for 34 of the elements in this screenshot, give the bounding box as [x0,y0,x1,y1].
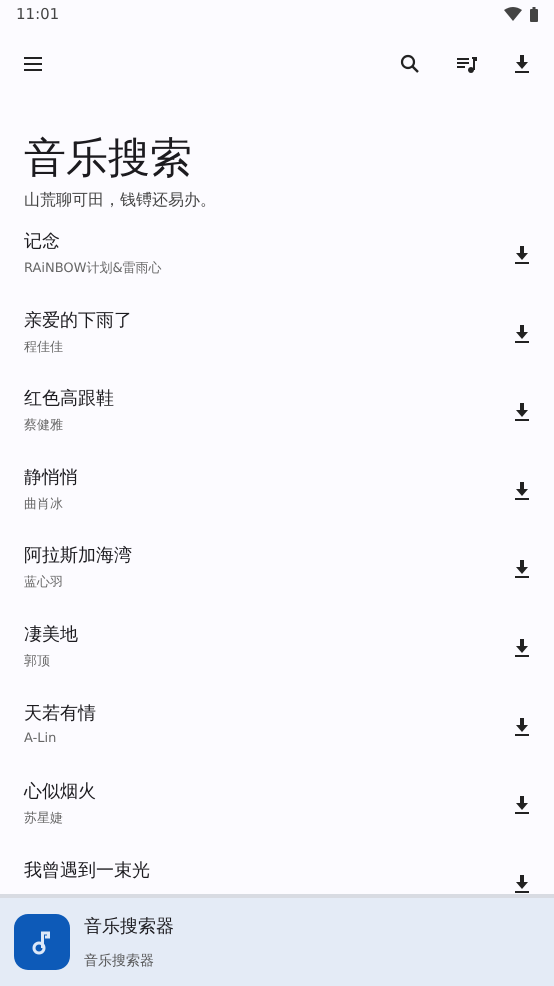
song-artist: 苏星婕 [24,810,64,828]
song-item[interactable]: 阿拉斯加海湾 蓝心羽 [0,529,554,608]
song-artist: 蔡健雅 [24,417,64,434]
song-artist: 程佳佳 [24,338,64,356]
song-title: 红色高跟鞋 [24,387,115,410]
song-item[interactable]: 记念 RAiNBOW计划&雷雨心 [0,215,554,294]
song-title: 凄美地 [24,622,79,646]
song-title: 记念 [24,230,61,253]
song-item[interactable]: 我曾遇到一束光 [0,844,554,894]
wifi-icon [504,7,522,21]
song-title: 天若有情 [24,702,97,725]
song-title: 心似烟火 [24,780,97,804]
song-artist: 郭顶 [24,652,51,670]
song-title: 静悄悄 [24,466,79,489]
song-title: 亲爱的下雨了 [24,308,133,332]
song-item[interactable]: 静悄悄 曲肖冰 [0,450,554,530]
battery-icon [530,6,538,22]
song-artist: A-Lin [24,730,58,746]
song-item[interactable]: 凄美地 郭顶 [0,608,554,687]
status-time: 11:01 [16,5,60,23]
page-subtitle: 山荒聊可田，钱镈还易办。 [24,190,217,211]
song-item[interactable]: 天若有情 A-Lin [0,686,554,766]
page-title: 音乐搜索 [24,132,193,184]
app-subtitle: 音乐搜索器 [84,952,155,970]
song-artist: RAiNBOW计划&雷雨心 [24,260,163,277]
song-title: 阿拉斯加海湾 [24,544,133,568]
song-title: 我曾遇到一束光 [24,858,151,882]
song-item[interactable]: 亲爱的下雨了 程佳佳 [0,294,554,372]
app-name: 音乐搜索器 [84,915,174,938]
song-artist: 蓝心羽 [24,574,64,592]
music-note-icon[interactable] [14,914,70,970]
song-item[interactable]: 红色高跟鞋 蔡健雅 [0,372,554,451]
song-item[interactable]: 心似烟火 苏星婕 [0,765,554,844]
song-artist: 曲肖冰 [24,496,64,513]
